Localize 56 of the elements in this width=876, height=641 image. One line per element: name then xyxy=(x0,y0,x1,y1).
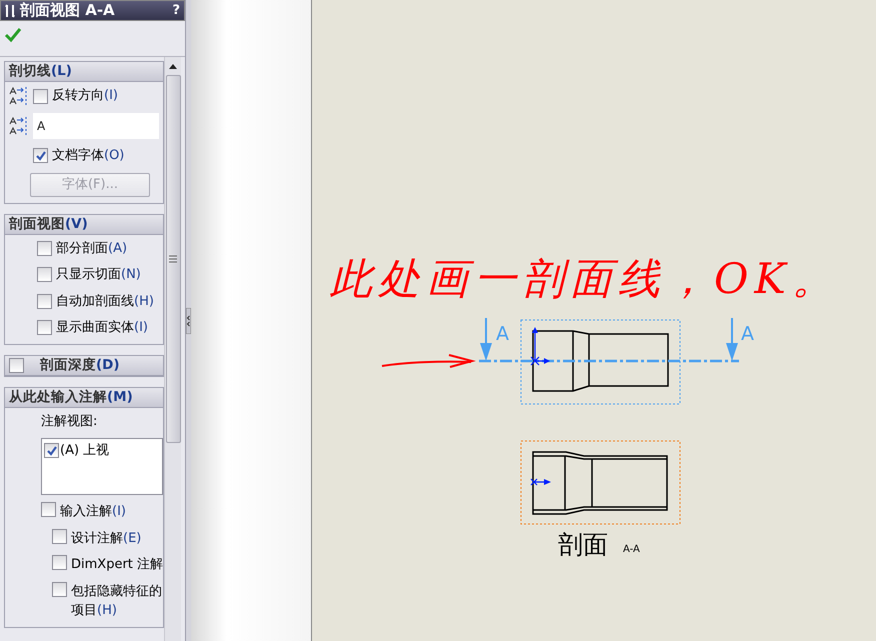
option-label[interactable]: 自动加剖面线(H) xyxy=(56,292,154,311)
part-outline-drawing[interactable] xyxy=(532,330,669,392)
checkbox[interactable] xyxy=(37,240,52,256)
view-list[interactable]: (A) 上视 xyxy=(41,438,163,495)
panel-title: 剖面视图 A-A xyxy=(20,0,115,22)
option-label[interactable]: 包括隐藏特征的项目(H) xyxy=(71,582,163,620)
checkbox[interactable] xyxy=(52,528,67,544)
section-label-icon xyxy=(9,116,29,136)
group-title: 剖面视图(V) xyxy=(9,214,88,234)
option-label[interactable]: 设计注解(E) xyxy=(71,528,142,548)
origin-axes-icon xyxy=(530,327,550,366)
checkbox[interactable] xyxy=(37,267,52,282)
option-label[interactable]: 只显示切面(N) xyxy=(56,265,141,284)
checkbox[interactable] xyxy=(52,582,67,596)
pin-icon[interactable] xyxy=(5,4,15,18)
checkbox[interactable] xyxy=(52,555,67,570)
option-label[interactable]: DimXpert 注解 xyxy=(71,555,163,574)
label-field[interactable]: A xyxy=(33,113,159,139)
scrollbar-thumb[interactable] xyxy=(166,75,180,443)
checkbox[interactable] xyxy=(33,88,48,104)
section-view-drawing[interactable] xyxy=(532,451,668,515)
group-title: 剖面深度(D) xyxy=(40,356,120,375)
option-label[interactable]: 显示曲面实体(I) xyxy=(56,318,148,338)
group-title: 剖切线(L) xyxy=(9,62,72,82)
section-line[interactable] xyxy=(479,317,739,362)
checkbox[interactable] xyxy=(41,502,56,517)
section-letter: A xyxy=(496,323,509,345)
option-label[interactable]: 部分剖面(A) xyxy=(56,238,128,258)
section-label-icon xyxy=(9,86,29,106)
view-frame[interactable] xyxy=(520,320,680,404)
group-header[interactable]: 剖切线(L) xyxy=(5,62,163,82)
view-id: A-A xyxy=(623,544,640,555)
scroll-up-icon[interactable] xyxy=(169,64,177,68)
origin-axes-icon xyxy=(530,478,551,486)
option-label[interactable]: (A) 上视 xyxy=(60,441,110,460)
option-label[interactable]: 文档字体(O) xyxy=(52,146,124,166)
checkbox[interactable] xyxy=(37,320,52,336)
help-button[interactable]: ? xyxy=(172,0,180,20)
section-view-frame[interactable] xyxy=(520,440,680,524)
group-header[interactable]: 剖面视图(V) xyxy=(5,214,163,234)
collapse-handle-icon[interactable] xyxy=(186,308,191,334)
group-header[interactable]: 从此处输入注解(M) xyxy=(5,388,163,408)
checkbox[interactable] xyxy=(37,294,52,309)
handwritten-note: 此处画一剖面线，OK。 xyxy=(330,256,840,302)
checkbox[interactable] xyxy=(33,148,48,164)
views-label: 注解视图: xyxy=(40,412,98,430)
view-label: 剖面 xyxy=(558,530,608,559)
group-title: 从此处输入注解(M) xyxy=(9,388,133,407)
option-label[interactable]: 反转方向(I) xyxy=(52,86,118,106)
section-letter: A xyxy=(741,323,754,345)
checkbox[interactable] xyxy=(9,358,24,372)
confirm-button[interactable] xyxy=(4,27,22,44)
checkbox[interactable] xyxy=(44,443,59,458)
scrollbar[interactable] xyxy=(164,57,181,641)
group-header[interactable]: 剖面深度(D) xyxy=(5,356,163,376)
option-label[interactable]: 输入注解(I) xyxy=(60,502,126,522)
